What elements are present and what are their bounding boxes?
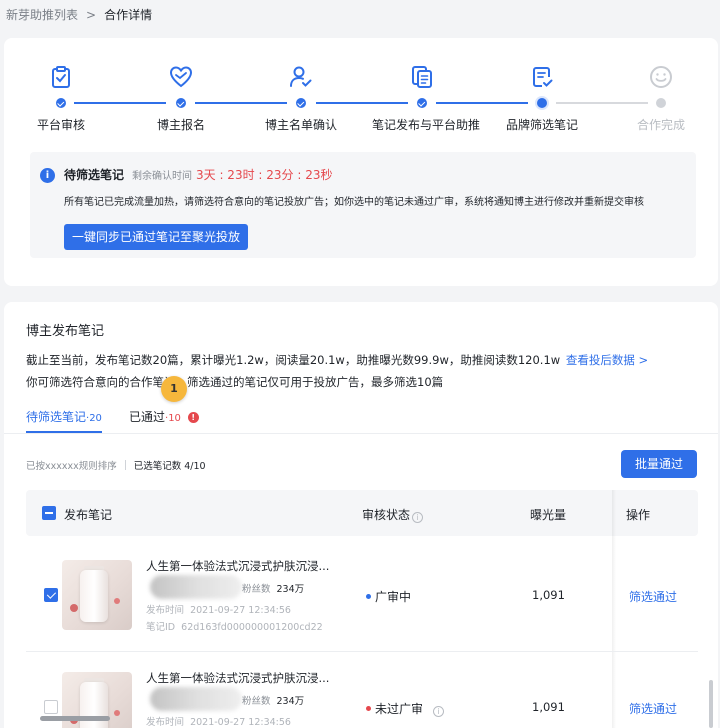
blogger-info-blurred	[150, 687, 242, 711]
breadcrumb-current: 合作详情	[104, 8, 153, 22]
section-title: 博主发布笔记	[26, 324, 105, 339]
horizontal-scrollbar[interactable]	[40, 716, 110, 721]
sort-info: 已按xxxxxx规则排序 已选笔记数 4/10	[26, 458, 206, 472]
pending-filter-notice: i 待筛选笔记 剩余确认时间 3天 : 23时 : 23分 : 23秒 所有笔记…	[30, 152, 696, 258]
table-row: 人生第一体验法式沉浸式护肤沉浸... 粉丝数 234万 发布时间 2021-09-…	[26, 542, 698, 650]
breadcrumb-separator: >	[86, 7, 97, 22]
step-dot	[296, 98, 306, 108]
review-status: 广审中	[366, 588, 411, 605]
tab-count: ·20	[86, 413, 102, 424]
breadcrumb-parent-link[interactable]: 新芽助推列表	[6, 6, 78, 23]
step-label: 笔记发布与平台助推	[372, 118, 481, 132]
fans-count: 粉丝数 234万	[242, 696, 305, 707]
step-label: 品牌筛选笔记	[505, 118, 578, 132]
notice-countdown: 3天 : 23时 : 23分 : 23秒	[196, 168, 333, 182]
batch-approve-button[interactable]: 批量通过	[621, 450, 697, 478]
header-views: 曝光量	[530, 508, 567, 522]
document-copy-icon	[412, 66, 432, 88]
header-action: 操作	[626, 508, 651, 522]
sync-to-juguang-button[interactable]: 一键同步已通过笔记至聚光投放	[64, 224, 249, 250]
views-count: 1,091	[532, 588, 565, 602]
views-count: 1,091	[532, 700, 565, 714]
tab-divider	[4, 433, 718, 434]
approve-link[interactable]: 筛选通过	[629, 588, 677, 605]
view-post-data-link[interactable]: 查看投后数据 >	[566, 353, 648, 367]
step-label: 合作完成	[636, 118, 685, 132]
progress-card: 平台审核 博主报名 博主名单确认 笔记发布与平台助推 品牌筛选笔记 合作完成 i…	[4, 38, 718, 286]
tab-passed[interactable]: 已通过·10 !	[129, 408, 199, 425]
vertical-scrollbar[interactable]	[709, 680, 713, 728]
note-id: 笔记ID 62d163fd000000001200cd22	[146, 622, 323, 633]
step-complete: 合作完成	[611, 64, 711, 133]
review-status: 未过广审 i	[366, 700, 444, 717]
header-status: 审核状态 i	[362, 506, 424, 523]
step-label: 博主名单确认	[264, 118, 337, 132]
tab-count: ·10	[165, 413, 181, 424]
row-checkbox[interactable]	[44, 588, 58, 602]
table-header: 发布笔记 审核状态 i 曝光量 操作	[26, 490, 698, 536]
tab-pending[interactable]: 待筛选笔记·20	[26, 408, 102, 425]
table-row: 人生第一体验法式沉浸式护肤沉浸... 粉丝数 234万 发布时间 2021-09-…	[26, 654, 698, 728]
step-label: 平台审核	[36, 118, 85, 132]
sort-rule-text: 已按xxxxxx规则排序	[26, 461, 117, 472]
approve-link[interactable]: 筛选通过	[629, 700, 677, 717]
note-title[interactable]: 人生第一体验法式沉浸式护肤沉浸...	[146, 558, 329, 574]
summary-line: 截止至当前，发布笔记数20篇，累计曝光1.2w，阅读量20.1w，助推曝光数99…	[26, 352, 648, 368]
step-dot	[176, 98, 186, 108]
notice-remaining-label: 剩余确认时间	[132, 171, 192, 182]
step-number-badge: 1	[161, 376, 187, 402]
row-divider	[26, 651, 698, 652]
breadcrumb: 新芽助推列表 > 合作详情	[6, 6, 152, 23]
note-thumbnail[interactable]	[62, 560, 132, 630]
step-dot	[656, 98, 666, 108]
step-platform-review: 平台审核	[11, 64, 111, 133]
summary-hint: 你可筛选符合意向的合作笔记，筛选通过的笔记仅可用于投放广告，最多筛选10篇	[26, 375, 444, 389]
step-dot	[56, 98, 66, 108]
notice-title: 待筛选笔记	[64, 168, 125, 182]
document-check-icon	[533, 67, 553, 87]
selected-count: 已选笔记数 4/10	[133, 461, 206, 472]
step-label: 博主报名	[156, 118, 205, 132]
smile-icon	[650, 66, 672, 88]
publish-time: 发布时间 2021-09-27 12:34:56	[146, 717, 291, 728]
row-checkbox[interactable]	[44, 700, 58, 714]
tab-label: 待筛选笔记	[26, 410, 87, 424]
step-list-confirm: 博主名单确认	[251, 64, 351, 133]
help-icon[interactable]: i	[412, 512, 424, 523]
clipboard-check-icon	[52, 66, 70, 88]
tab-label: 已通过	[129, 410, 166, 424]
select-all-checkbox[interactable]	[42, 506, 56, 520]
note-title[interactable]: 人生第一体验法式沉浸式护肤沉浸...	[146, 670, 329, 686]
heart-handshake-icon	[169, 66, 193, 88]
step-dot	[417, 98, 427, 108]
notice-description: 所有笔记已完成流量加热，请筛选符合意向的笔记投放广告；如你选中的笔记未通过广审，…	[64, 197, 644, 208]
step-blogger-signup: 博主报名	[131, 64, 231, 133]
notes-card: 博主发布笔记 截止至当前，发布笔记数20篇，累计曝光1.2w，阅读量20.1w，…	[4, 302, 718, 728]
status-dot	[366, 706, 371, 711]
step-dot-current	[537, 98, 547, 108]
step-note-publish: 笔记发布与平台助推	[372, 64, 481, 133]
status-dot	[366, 594, 371, 599]
step-brand-filter: 品牌筛选笔记	[492, 64, 592, 133]
help-icon[interactable]: i	[432, 706, 444, 717]
user-check-icon	[290, 66, 312, 87]
alert-icon: !	[187, 412, 199, 423]
fans-count: 粉丝数 234万	[242, 584, 305, 595]
blogger-info-blurred	[150, 575, 242, 599]
summary-stats: 截止至当前，发布笔记数20篇，累计曝光1.2w，阅读量20.1w，助推曝光数99…	[26, 353, 561, 367]
publish-time: 发布时间 2021-09-27 12:34:56	[146, 605, 291, 616]
info-icon: i	[40, 168, 55, 183]
header-note: 发布笔记	[64, 508, 113, 522]
